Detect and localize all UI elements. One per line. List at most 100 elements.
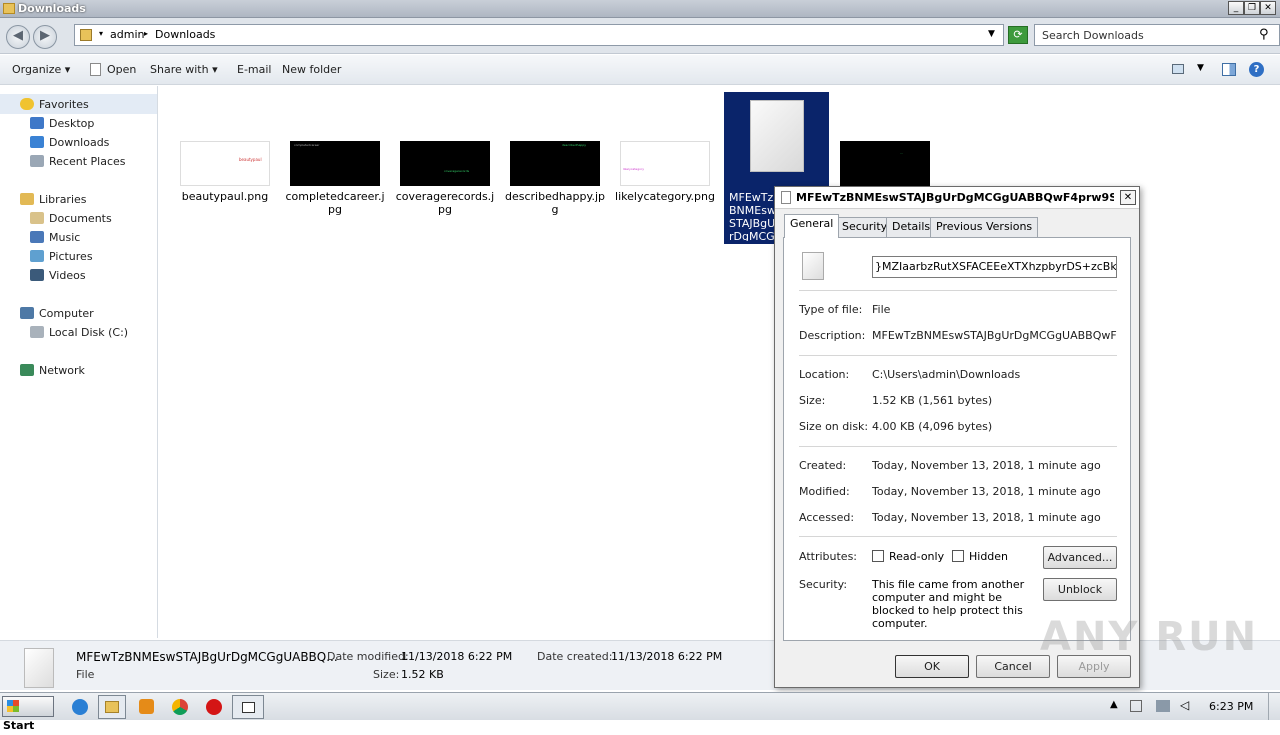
advanced-button[interactable]: Advanced... (1043, 546, 1117, 569)
address-dropdown-icon[interactable]: ▼ (988, 29, 995, 39)
minimize-button[interactable]: _ (1228, 1, 1244, 15)
date-modified-label: Date modified: (327, 650, 409, 663)
search-icon[interactable]: ⚲ (1259, 27, 1269, 42)
file-label[interactable]: describedhappy.jpg (503, 190, 607, 216)
details-file-name: MFEwTzBNMEswSTAJBgUrDgMCGgUABBQ... (76, 650, 338, 664)
thumbnail-text: ... (900, 151, 903, 155)
email-button[interactable]: E-mail (237, 63, 272, 76)
search-placeholder: Search Downloads (1042, 29, 1144, 42)
thumbnail-file-7[interactable]: ... (840, 141, 930, 186)
sidebar-item-recent-places[interactable]: Recent Places (30, 155, 126, 168)
readonly-checkbox-box[interactable] (872, 550, 884, 562)
tab-previous-versions[interactable]: Previous Versions (930, 217, 1039, 237)
sidebar-item-documents[interactable]: Documents (30, 212, 112, 225)
network-tray-icon[interactable] (1156, 700, 1170, 712)
dialog-title: MFEwTzBNMEswSTAJBgUrDgMCGgUABBQwF4prw9S7… (796, 191, 1114, 204)
start-label: Start (3, 719, 35, 732)
size-value: 1.52 KB (1,561 bytes) (872, 394, 993, 407)
sidebar-item-pictures[interactable]: Pictures (30, 250, 93, 263)
internet-explorer-icon[interactable] (72, 699, 88, 715)
hidden-checkbox-box[interactable] (952, 550, 964, 562)
opera-icon[interactable] (206, 699, 222, 715)
sidebar-item-favorites[interactable]: Favorites (20, 98, 89, 111)
address-bar[interactable]: ▾ admin ▸ Downloads ▼ (74, 24, 1004, 46)
view-options-icon[interactable] (1172, 64, 1184, 74)
sidebar-label: Videos (49, 269, 86, 282)
separator (799, 355, 1117, 356)
sidebar-item-music[interactable]: Music (30, 231, 80, 244)
start-button[interactable]: Start (2, 696, 54, 732)
cancel-button[interactable]: Cancel (976, 655, 1050, 678)
file-label[interactable]: likelycategory.png (613, 190, 717, 203)
show-hidden-icons[interactable]: ▲ (1110, 699, 1118, 710)
sidebar-label: Recent Places (49, 155, 126, 168)
flag-icon[interactable] (1130, 700, 1142, 712)
view-dropdown-icon[interactable]: ▼ (1197, 63, 1204, 73)
sidebar-item-desktop[interactable]: Desktop (30, 117, 94, 130)
file-label[interactable]: coveragerecords.jpg (393, 190, 497, 216)
refresh-button[interactable]: ⟳ (1008, 26, 1028, 44)
hidden-label: Hidden (969, 550, 1009, 563)
close-button[interactable]: ✕ (1260, 1, 1276, 15)
desktop-icon (30, 117, 44, 129)
description-value: MFEwTzBNMEswSTAJBgUrDgMCGgUABBQwF4prw9S7… (872, 329, 1117, 342)
forward-button[interactable]: ▶ (33, 25, 57, 49)
modified-value: Today, November 13, 2018, 1 minute ago (872, 485, 1101, 498)
filename-input[interactable]: }MZIaarbzRutXSFACEEeXTXhzpbyrDS+zcBkvzl4… (872, 256, 1117, 278)
breadcrumb-admin[interactable]: admin (110, 28, 144, 41)
separator (799, 446, 1117, 447)
properties-taskbar-icon[interactable] (232, 695, 264, 719)
tab-general[interactable]: General (784, 214, 840, 238)
thumbnail-likelycategory[interactable]: likelycategory (620, 141, 710, 186)
tab-details[interactable]: Details (886, 217, 937, 237)
sidebar-item-libraries[interactable]: Libraries (20, 193, 87, 206)
location-label: Location: (799, 368, 850, 381)
tab-security[interactable]: Security (836, 217, 894, 237)
date-created-value: 11/13/2018 6:22 PM (611, 650, 723, 663)
show-desktop-button[interactable] (1268, 693, 1280, 720)
breadcrumb-downloads[interactable]: Downloads (155, 28, 215, 41)
unblock-button[interactable]: Unblock (1043, 578, 1117, 601)
breadcrumb-arrow-icon[interactable]: ▸ (144, 29, 148, 38)
file-label[interactable]: completedcareer.jpg (283, 190, 387, 216)
accessed-label: Accessed: (799, 511, 855, 524)
readonly-checkbox[interactable]: Read-only (872, 550, 944, 563)
sidebar-label: Libraries (39, 193, 87, 206)
sidebar-item-local-disk[interactable]: Local Disk (C:) (30, 326, 128, 339)
clock[interactable]: 6:23 PM (1209, 700, 1253, 713)
sidebar-item-downloads[interactable]: Downloads (30, 136, 109, 149)
sidebar-item-videos[interactable]: Videos (30, 269, 86, 282)
hidden-checkbox[interactable]: Hidden (952, 550, 1008, 563)
thumbnail-completedcareer[interactable]: completedcareer (290, 141, 380, 186)
breadcrumb-arrow-icon[interactable]: ▾ (99, 29, 103, 38)
organize-button[interactable]: Organize ▾ (12, 63, 70, 76)
share-with-button[interactable]: Share with ▾ (150, 63, 218, 76)
search-input[interactable]: Search Downloads ⚲ (1034, 24, 1280, 46)
back-button[interactable]: ◀ (6, 25, 30, 49)
new-folder-button[interactable]: New folder (282, 63, 341, 76)
volume-icon[interactable]: ◁ (1180, 698, 1189, 712)
size-label: Size: (373, 668, 400, 681)
ok-button[interactable]: OK (895, 655, 969, 678)
chrome-icon[interactable] (172, 699, 188, 715)
preview-pane-icon[interactable] (1222, 63, 1236, 76)
restore-button[interactable]: ❐ (1244, 1, 1260, 15)
file-label[interactable]: beautypaul.png (173, 190, 277, 203)
dialog-title-bar: MFEwTzBNMEswSTAJBgUrDgMCGgUABBQwF4prw9S7… (775, 187, 1139, 209)
help-icon[interactable]: ? (1249, 62, 1264, 77)
sidebar-item-network[interactable]: Network (20, 364, 85, 377)
anyrun-watermark: ANY RUN (1040, 614, 1259, 660)
sidebar-item-computer[interactable]: Computer (20, 307, 94, 320)
open-button[interactable]: Open (107, 63, 136, 76)
thumbnail-coveragerecords[interactable]: coveragerecords (400, 141, 490, 186)
explorer-taskbar-icon[interactable] (98, 695, 126, 719)
thumbnail-beautypaul[interactable]: beautypaul (180, 141, 270, 186)
libraries-icon (20, 193, 34, 205)
sidebar-label: Local Disk (C:) (49, 326, 129, 339)
description-label: Description: (799, 329, 866, 342)
media-player-icon[interactable] (139, 699, 154, 714)
separator (799, 536, 1117, 537)
thumbnail-describedhappy[interactable]: describedhappy (510, 141, 600, 186)
dialog-close-button[interactable]: ✕ (1120, 190, 1136, 205)
share-with-label: Share with (150, 63, 209, 76)
